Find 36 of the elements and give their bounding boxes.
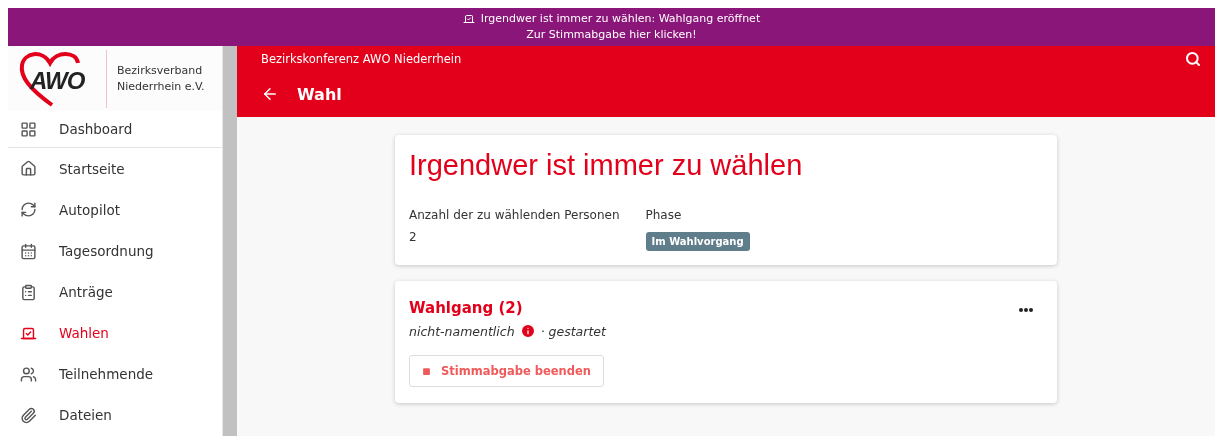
announcement-banner[interactable]: Irgendwer ist immer zu wählen: Wahlgang eröffnet Zur Stimmabgabe hier klicken! xyxy=(8,8,1215,46)
ballot-state: · gestartet xyxy=(540,323,606,339)
sidebar-item[interactable]: Autopilot xyxy=(8,189,222,231)
calendar-icon xyxy=(20,242,37,260)
banner-text: Zur Stimmabgabe hier klicken! xyxy=(526,27,697,43)
logo-drawing: AWO xyxy=(16,48,96,109)
paperclip-icon xyxy=(20,406,37,424)
election-title: Irgendwer ist immer zu wählen xyxy=(409,149,804,182)
field-label: Anzahl der zu wählenden Personen xyxy=(409,208,620,222)
organization-name: Bezirksverband Niederrhein e.V. xyxy=(117,62,205,95)
meeting-name: Bezirkskonferenz AWO Niederrhein xyxy=(261,52,462,66)
phase-chip: Im Wahlvorgang xyxy=(645,232,750,251)
ballot-box-icon xyxy=(462,13,475,25)
sync-icon xyxy=(20,201,37,219)
info-icon[interactable] xyxy=(519,323,536,339)
sidebar-item[interactable]: Wahlen xyxy=(8,312,222,354)
sidebar-item[interactable]: Startseite xyxy=(8,148,222,190)
search-icon[interactable] xyxy=(1185,51,1201,67)
ballot-title: Wahlgang (2) xyxy=(409,299,523,319)
sidebar-item[interactable]: Tagesordnung xyxy=(8,230,222,272)
grid-icon xyxy=(20,120,37,138)
home-icon xyxy=(20,160,37,178)
scrollbar[interactable] xyxy=(222,46,237,436)
people-icon xyxy=(20,365,37,383)
stop-icon xyxy=(422,366,431,376)
field-value: 2 xyxy=(409,230,418,244)
sidebar-item[interactable]: Teilnehmende xyxy=(8,353,222,395)
page-title: Wahl xyxy=(297,84,342,104)
banner-text: Irgendwer ist immer zu wählen: Wahlgang eröffnet xyxy=(480,11,761,27)
sidebar-item[interactable]: Dateien xyxy=(8,394,222,436)
ballot-method: nicht-namentlich xyxy=(409,323,515,339)
more-icon xyxy=(1019,307,1033,312)
sidebar-item[interactable]: Dashboard xyxy=(8,111,222,149)
clipboard-icon xyxy=(20,283,37,301)
sidebar-item[interactable]: Anträge xyxy=(8,271,222,313)
field-label: Phase xyxy=(645,208,683,222)
